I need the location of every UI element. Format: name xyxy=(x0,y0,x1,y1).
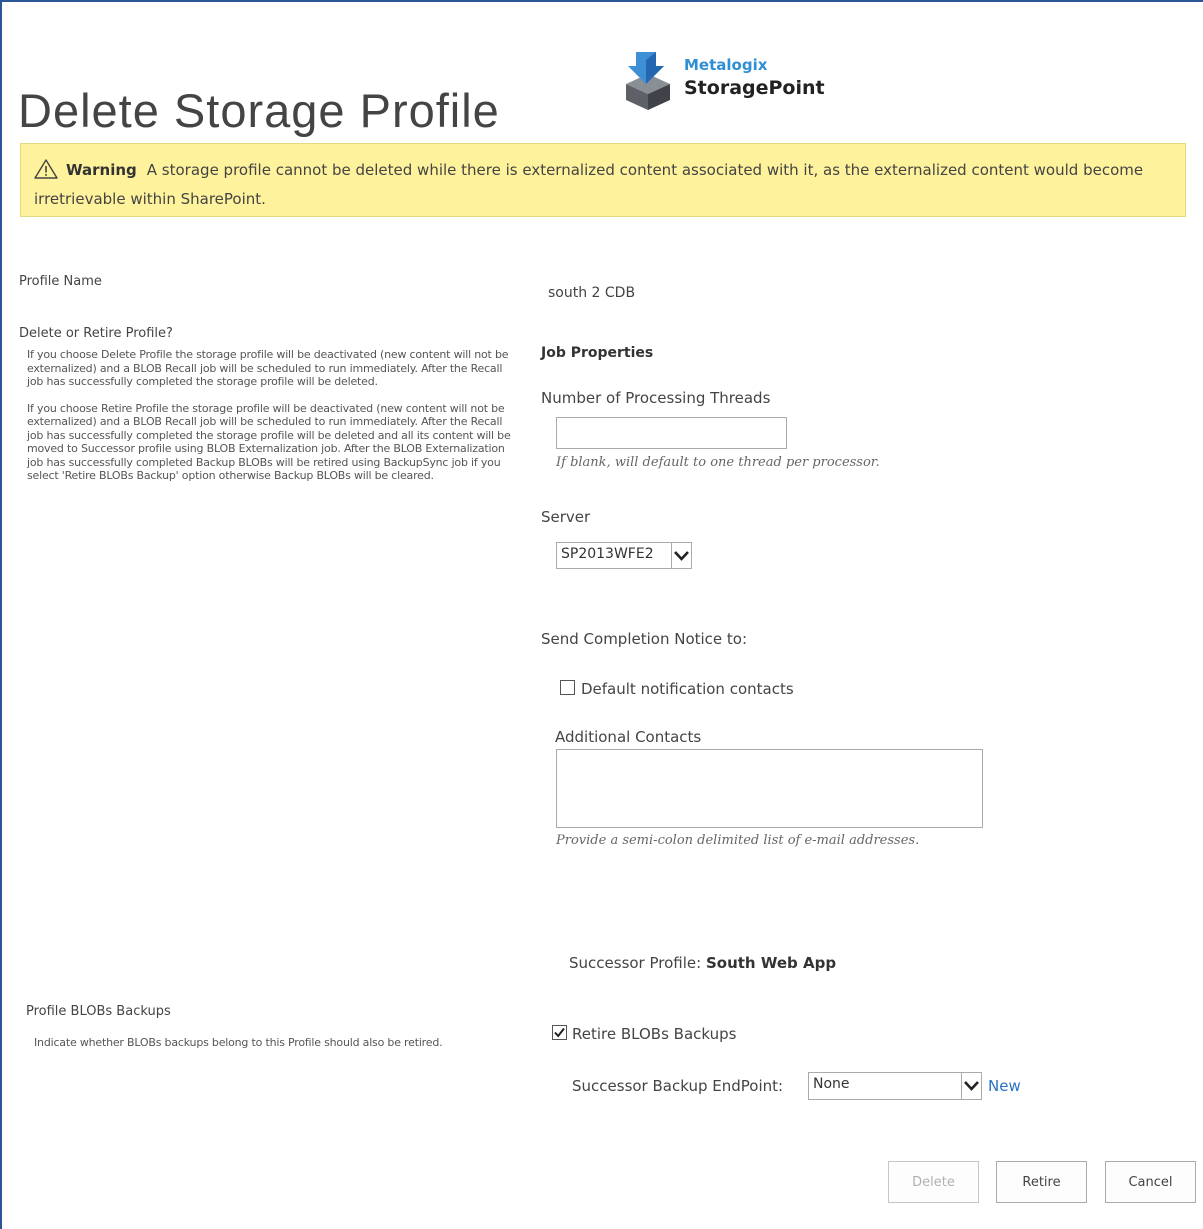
checkmark-icon xyxy=(554,1027,565,1038)
additional-contacts-hint: Provide a semi-colon delimited list of e… xyxy=(556,833,920,848)
chevron-down-icon[interactable] xyxy=(671,543,691,568)
job-properties-heading: Job Properties xyxy=(541,345,654,361)
storagepoint-logo-icon xyxy=(626,52,670,110)
successor-endpoint-label: Successor Backup EndPoint: xyxy=(572,1077,784,1095)
warning-title: Warning xyxy=(66,161,137,179)
delete-retire-label: Delete or Retire Profile? xyxy=(19,326,173,341)
warning-triangle-icon xyxy=(34,159,58,179)
chevron-down-icon[interactable] xyxy=(961,1073,981,1099)
retire-button[interactable]: Retire xyxy=(996,1161,1087,1203)
send-notice-label: Send Completion Notice to: xyxy=(541,630,748,648)
server-select-value: SP2013WFE2 xyxy=(561,546,654,562)
additional-contacts-input[interactable] xyxy=(556,749,983,828)
successor-profile-value: South Web App xyxy=(705,954,837,972)
cancel-button[interactable]: Cancel xyxy=(1105,1161,1196,1203)
delete-retire-description: If you choose Delete Profile the storage… xyxy=(27,348,512,496)
new-endpoint-link[interactable]: New xyxy=(988,1077,1021,1095)
backups-description: Indicate whether BLOBs backups belong to… xyxy=(34,1036,443,1049)
additional-contacts-label: Additional Contacts xyxy=(555,728,702,746)
successor-endpoint-value: None xyxy=(813,1076,850,1092)
backups-label: Profile BLOBs Backups xyxy=(26,1004,171,1019)
warning-banner: Warning A storage profile cannot be delet… xyxy=(20,143,1186,217)
threads-hint: If blank, will default to one thread per… xyxy=(556,455,880,470)
threads-input[interactable] xyxy=(556,417,787,449)
new-endpoint-link-text[interactable]: New xyxy=(988,1077,1021,1095)
logo-brand: Metalogix xyxy=(684,56,768,74)
default-contacts-label: Default notification contacts xyxy=(581,680,794,698)
warning-message: A storage profile cannot be deleted whil… xyxy=(34,161,1144,208)
profile-name-value: south 2 CDB xyxy=(548,285,636,301)
retire-description: If you choose Retire Profile the storage… xyxy=(27,401,511,483)
successor-endpoint-select[interactable]: None xyxy=(808,1072,982,1100)
page-title: Delete Storage Profile xyxy=(18,84,500,138)
logo: Metalogix StoragePoint xyxy=(622,52,842,112)
window-frame-top xyxy=(0,0,1203,2)
profile-name-label: Profile Name xyxy=(19,274,102,289)
delete-description: If you choose Delete Profile the storage… xyxy=(27,348,509,388)
delete-button[interactable]: Delete xyxy=(888,1161,979,1203)
default-contacts-checkbox[interactable] xyxy=(560,680,575,695)
retire-backups-checkbox[interactable] xyxy=(552,1025,567,1040)
successor-profile: Successor Profile: South Web App xyxy=(569,954,836,972)
threads-label: Number of Processing Threads xyxy=(541,389,771,407)
retire-backups-label: Retire BLOBs Backups xyxy=(572,1025,737,1043)
successor-profile-label: Successor Profile: xyxy=(569,954,702,972)
server-select[interactable]: SP2013WFE2 xyxy=(556,542,692,569)
window-frame-left xyxy=(0,0,2,1229)
logo-product: StoragePoint xyxy=(684,77,825,99)
server-label: Server xyxy=(541,508,591,526)
